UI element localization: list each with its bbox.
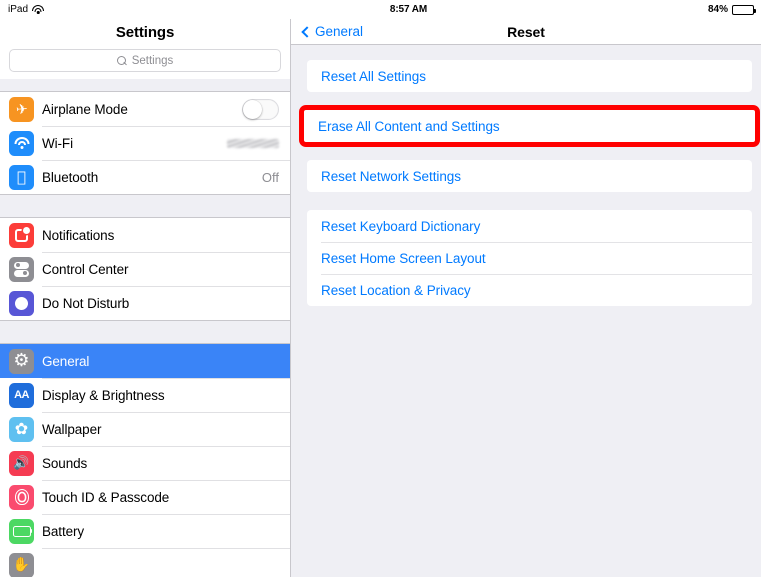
battery-percent-label: 84%: [707, 4, 728, 15]
back-button-label: General: [315, 24, 364, 39]
reset-option-reset-location-privacy[interactable]: Reset Location & Privacy: [307, 274, 752, 306]
privacy-icon: [9, 552, 34, 577]
airplane-mode-toggle[interactable]: [242, 98, 279, 120]
sidebar-item-value: Off: [261, 169, 279, 185]
reset-option-label: Reset All Settings: [321, 68, 426, 84]
bluetooth-icon: [9, 164, 34, 190]
fingerprint-icon: [9, 484, 34, 510]
reset-option-reset-all-settings[interactable]: Reset All Settings: [307, 60, 752, 92]
status-time: 8:57 AM: [389, 4, 428, 15]
sidebar-item-do-not-disturb[interactable]: Do Not Disturb: [0, 286, 290, 320]
sidebar-item-privacy-icon[interactable]: [0, 548, 290, 577]
navigation-bar: General Reset: [291, 19, 761, 45]
wifi-icon: [32, 5, 45, 14]
sidebar-item-label: Wi-Fi: [42, 135, 73, 151]
split-view: Settings Settings Airplane Mode Wi-Fi Blue…: [0, 19, 761, 577]
sidebar-item-label: Touch ID & Passcode: [42, 489, 170, 505]
gear-icon: [9, 348, 34, 374]
option-card: Reset Keyboard Dictionary Reset Home Scre…: [307, 210, 752, 306]
option-card: Reset Network Settings: [307, 160, 752, 192]
sidebar-group: General Display & Brightness Wallpaper Soun…: [0, 343, 290, 577]
sidebar-item-label: Control Center: [42, 261, 129, 277]
wallpaper-icon: [9, 416, 34, 442]
reset-option-reset-network-settings[interactable]: Reset Network Settings: [307, 160, 752, 192]
sidebar-item-wi-fi[interactable]: Wi-Fi: [0, 126, 290, 160]
search-container: Settings: [0, 45, 290, 79]
battery-icon: [732, 4, 756, 15]
sidebar-item-label: Wallpaper: [42, 421, 102, 437]
reset-options-list: Reset All Settings Erase All Content and …: [291, 45, 761, 577]
reset-option-label: Reset Keyboard Dictionary: [321, 218, 481, 234]
search-icon: [116, 55, 127, 66]
reset-option-label: Reset Location & Privacy: [321, 282, 471, 298]
sidebar-group-gap: [0, 79, 290, 91]
reset-option-reset-home-screen-layout[interactable]: Reset Home Screen Layout: [307, 242, 752, 274]
reset-option-label: Erase All Content and Settings: [318, 118, 500, 134]
notifications-icon: [9, 222, 34, 248]
status-bar-left: iPad: [8, 4, 45, 15]
device-label: iPad: [8, 4, 29, 15]
sidebar-group: Notifications Control Center Do Not Distur…: [0, 217, 290, 321]
sidebar-item-general[interactable]: General: [0, 344, 290, 378]
sidebar-item-value-redacted: [227, 138, 279, 148]
sidebar-group-gap: [0, 195, 290, 217]
reset-option-reset-keyboard-dictionary[interactable]: Reset Keyboard Dictionary: [307, 210, 752, 242]
highlighted-option-card: Erase All Content and Settings: [299, 105, 760, 147]
settings-sidebar: Settings Settings Airplane Mode Wi-Fi Blue…: [0, 19, 291, 577]
sidebar-item-label: Battery: [42, 523, 85, 539]
search-input[interactable]: Settings: [9, 49, 281, 72]
battery-icon: [9, 518, 34, 544]
control-center-icon: [9, 256, 34, 282]
sidebar-item-notifications[interactable]: Notifications: [0, 218, 290, 252]
sidebar-item-sounds[interactable]: Sounds: [0, 446, 290, 480]
airplane-icon: [9, 96, 34, 122]
sidebar-item-label: Sounds: [42, 455, 88, 471]
sidebar-item-display-brightness[interactable]: Display & Brightness: [0, 378, 290, 412]
moon-icon: [9, 290, 34, 316]
toggle-knob: [243, 99, 262, 119]
sidebar-title: Settings: [0, 19, 290, 45]
status-bar-right: 84%: [707, 4, 756, 15]
sidebar-item-label: Notifications: [42, 227, 115, 243]
sidebar-item-touch-id-passcode[interactable]: Touch ID & Passcode: [0, 480, 290, 514]
wifi-icon: [9, 130, 34, 156]
reset-option-label: Reset Network Settings: [321, 168, 461, 184]
sidebar-group-gap: [0, 321, 290, 343]
status-bar: iPad 8:57 AM 84%: [0, 0, 761, 19]
sidebar-item-label: Bluetooth: [42, 169, 99, 185]
option-card: Reset All Settings: [307, 60, 752, 92]
sidebar-item-label: Airplane Mode: [42, 101, 128, 117]
search-placeholder: Settings: [131, 54, 174, 67]
sidebar-item-battery[interactable]: Battery: [0, 514, 290, 548]
sidebar-item-label: Display & Brightness: [42, 387, 165, 403]
sidebar-item-control-center[interactable]: Control Center: [0, 252, 290, 286]
sidebar-item-label: Do Not Disturb: [42, 295, 130, 311]
sidebar-item-airplane-mode[interactable]: Airplane Mode: [0, 92, 290, 126]
sidebar-item-wallpaper[interactable]: Wallpaper: [0, 412, 290, 446]
sidebar-item-label: General: [42, 353, 90, 369]
reset-option-erase-all-content-and-settings[interactable]: Erase All Content and Settings: [304, 110, 755, 142]
display-brightness-icon: [9, 382, 34, 408]
sidebar-scroll-area[interactable]: Airplane Mode Wi-Fi Bluetooth Off Notificati…: [0, 79, 290, 577]
speaker-icon: [9, 450, 34, 476]
chevron-left-icon: [301, 25, 313, 38]
detail-pane: General Reset Reset All Settings Erase Al…: [291, 19, 761, 577]
status-bar-center: 8:57 AM: [0, 4, 761, 15]
reset-option-label: Reset Home Screen Layout: [321, 250, 486, 266]
ipad-settings-screen: iPad 8:57 AM 84% Settings Settings Airpl…: [0, 0, 761, 577]
back-button[interactable]: General: [301, 24, 364, 39]
sidebar-group: Airplane Mode Wi-Fi Bluetooth Off: [0, 91, 290, 195]
sidebar-item-bluetooth[interactable]: Bluetooth Off: [0, 160, 290, 194]
